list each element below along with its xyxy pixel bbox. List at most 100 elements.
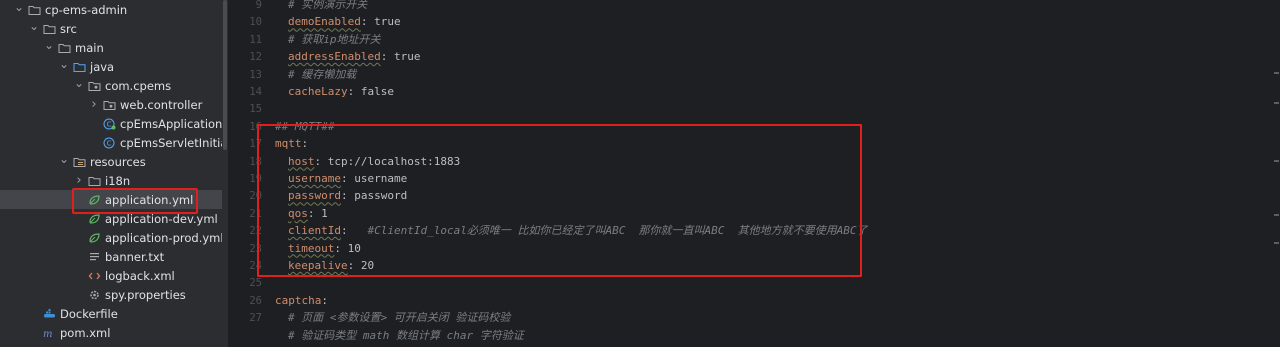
folder-icon (43, 23, 56, 35)
code-line[interactable]: addressEnabled: true (275, 48, 420, 65)
chevron-down-icon[interactable]: ⌄ (74, 76, 84, 90)
chevron-down-icon[interactable]: ⌄ (29, 19, 39, 33)
tree-item[interactable]: ⌄ java (0, 57, 222, 76)
code-line[interactable]: # 获取ip地址开关 (275, 31, 381, 48)
folder-source-icon (73, 61, 86, 73)
line-number: 10 (249, 16, 262, 29)
code-value: : true (380, 50, 421, 64)
tree-item-label: i18n (105, 173, 131, 188)
tree-item[interactable]: ⌄ cp-ems-admin (0, 0, 222, 19)
tree-item-label: java (90, 59, 115, 74)
code-key: demoEnabled (288, 15, 361, 29)
docker-icon (43, 308, 56, 320)
chevron-right-icon[interactable]: › (74, 173, 84, 188)
tree-item[interactable]: CcpEmsApplication (0, 114, 222, 133)
text-file-icon (88, 251, 101, 263)
chevron-down-icon[interactable]: ⌄ (44, 38, 54, 52)
tree-item-label: Dockerfile (60, 306, 118, 321)
svg-text:C: C (107, 139, 112, 147)
xml-file-icon (88, 270, 101, 282)
application-yml-highlight-box (72, 188, 198, 214)
folder-icon (88, 175, 101, 187)
scroll-marker (1274, 72, 1279, 74)
code-line[interactable]: cacheLazy: false (275, 83, 394, 100)
properties-file-icon (88, 289, 101, 301)
code-comment: # 获取ip地址开关 (288, 32, 381, 46)
code-value: : (321, 293, 328, 307)
tree-item-label: com.cpems (105, 78, 172, 93)
code-line[interactable]: # 实例演示开关 (275, 0, 367, 13)
tree-item-label: cpEmsServletInitializer (120, 135, 222, 150)
tree-item[interactable]: application-prod.yml (0, 228, 222, 247)
tree-item[interactable]: ⌄ src (0, 19, 222, 38)
code-comment: # 缓存懒加载 (288, 67, 357, 81)
editor-scrollbar[interactable] (1274, 0, 1280, 347)
tree-item[interactable]: Dockerfile (0, 304, 222, 323)
code-comment: # 页面 <参数设置> 可开启关闭 验证码校验 (288, 311, 511, 325)
code-line[interactable]: # 页面 <参数设置> 可开启关闭 验证码校验 (275, 309, 510, 326)
tree-item[interactable]: ⌄ resources (0, 152, 222, 171)
scroll-marker (1274, 214, 1279, 216)
svg-text:m: m (43, 329, 52, 339)
tree-item-label: application-prod.yml (105, 230, 222, 245)
chevron-down-icon[interactable]: ⌄ (59, 57, 69, 71)
project-tree: ⌄ cp-ems-admin ⌄ src ⌄ main ⌄ java ⌄ com.cpems › we… (0, 0, 222, 347)
code-line[interactable]: demoEnabled: true (275, 13, 401, 30)
line-number: 9 (255, 0, 262, 11)
scroll-marker (1274, 242, 1279, 244)
tree-item[interactable]: ⌄ main (0, 38, 222, 57)
tree-item-label: resources (90, 154, 146, 169)
spring-class-icon: C (103, 118, 116, 130)
tree-item-label: main (75, 40, 104, 55)
tree-item-label: cp-ems-admin (45, 2, 128, 17)
line-number: 27 (249, 312, 262, 325)
chevron-down-icon[interactable]: ⌄ (14, 0, 24, 14)
line-number: 14 (249, 86, 262, 98)
code-line[interactable]: # 验证码类型 math 数组计算 char 字符验证 (275, 327, 524, 344)
scroll-marker (1274, 160, 1279, 162)
tree-item[interactable]: › web.controller (0, 95, 222, 114)
tree-item[interactable]: spy.properties (0, 285, 222, 304)
tree-item[interactable]: logback.xml (0, 266, 222, 285)
package-icon (103, 99, 116, 111)
code-value: : false (347, 85, 394, 98)
chevron-down-icon[interactable]: ⌄ (59, 152, 69, 166)
code-comment: # 验证码类型 math 数组计算 char 字符验证 (288, 328, 524, 342)
tree-scrollbar-thumb[interactable] (223, 0, 227, 150)
tree-item[interactable]: banner.txt (0, 247, 222, 266)
maven-icon: m (43, 327, 56, 339)
chevron-right-icon[interactable]: › (89, 97, 99, 112)
tree-item[interactable]: ⌄ com.cpems (0, 76, 222, 95)
tree-item-label: src (60, 21, 77, 36)
package-icon (88, 80, 101, 92)
code-comment: # 实例演示开关 (288, 0, 368, 11)
tree-item-label: web.controller (120, 97, 203, 112)
folder-module-icon (28, 4, 41, 16)
tree-item[interactable]: CcpEmsServletInitializer (0, 133, 222, 152)
tree-item-label: cpEmsApplication (120, 116, 222, 131)
tree-item-label: logback.xml (105, 268, 175, 283)
mqtt-highlight-box (257, 124, 862, 277)
tree-item-label: pom.xml (60, 325, 111, 340)
code-key: addressEnabled (288, 50, 381, 64)
folder-icon (58, 42, 71, 54)
code-line[interactable]: # 缓存懒加载 (275, 66, 356, 83)
line-number: 12 (249, 51, 262, 64)
class-icon: C (103, 137, 116, 149)
line-number: 13 (249, 68, 262, 81)
yaml-spring-icon (88, 213, 101, 225)
tree-item[interactable]: m pom.xml (0, 323, 222, 342)
code-line[interactable]: captcha: (275, 292, 328, 309)
svg-text:C: C (107, 120, 112, 128)
line-number: 11 (249, 33, 262, 46)
yaml-spring-icon (88, 232, 101, 244)
scroll-marker (1274, 102, 1279, 104)
